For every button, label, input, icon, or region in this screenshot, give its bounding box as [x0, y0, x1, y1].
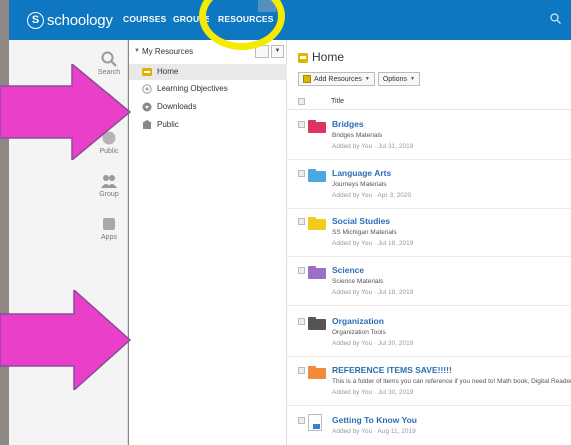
table-header: Title: [287, 94, 571, 110]
row-checkbox[interactable]: [298, 318, 305, 325]
folder-icon: [298, 53, 308, 63]
options-label: Options: [382, 75, 407, 83]
logo-text: schoology: [47, 11, 113, 29]
nav-courses[interactable]: COURSES: [123, 14, 166, 24]
tree-item-downloads[interactable]: Downloads: [129, 99, 287, 115]
tree-item-label: Public: [157, 120, 179, 129]
tree-item-label: Home: [157, 67, 179, 76]
item-description: Bridges Materials: [332, 132, 383, 139]
row-checkbox[interactable]: [298, 267, 305, 274]
item-title-link[interactable]: Bridges: [332, 119, 364, 129]
item-description: SS Michigan Materials: [332, 229, 397, 236]
list-item[interactable]: Language Arts Journeys Materials Added b…: [287, 161, 571, 209]
apps-icon: [103, 218, 115, 230]
folder-icon: [308, 169, 326, 182]
tree-options-button[interactable]: ▼: [271, 45, 284, 58]
add-resources-button[interactable]: Add Resources ▼: [298, 72, 375, 86]
item-meta: Added by You · Jul 18, 2019: [332, 289, 414, 296]
item-meta: Added by You · Jul 31, 2019: [332, 143, 414, 150]
item-title-link[interactable]: Social Studies: [332, 216, 390, 226]
item-meta: Added by You · Aug 11, 2019: [332, 428, 416, 435]
row-checkbox[interactable]: [298, 367, 305, 374]
tree-item-public[interactable]: Public: [129, 117, 287, 133]
chevron-down-icon: ▼: [409, 76, 415, 82]
folder-icon: [142, 68, 152, 76]
resource-tree-panel: ▼ My Resources ▼ Home Learning Objective…: [129, 40, 287, 445]
resource-toolbar: Add Resources ▼ Options ▼: [298, 72, 420, 86]
folder-icon: [308, 317, 326, 330]
collapse-caret-icon[interactable]: ▼: [134, 48, 140, 54]
tree-item-home[interactable]: Home: [129, 64, 287, 80]
add-resource-icon: [303, 75, 311, 83]
target-icon: [142, 84, 152, 94]
list-item[interactable]: Bridges Bridges Materials Added by You ·…: [287, 112, 571, 160]
main-content: Home Add Resources ▼ Options ▼ Title Bri…: [287, 40, 571, 445]
item-meta: Added by You · Jul 18, 2019: [332, 240, 414, 247]
tree-item-learning-objectives[interactable]: Learning Objectives: [129, 81, 287, 97]
row-checkbox[interactable]: [298, 218, 305, 225]
item-title-link[interactable]: Organization: [332, 316, 384, 326]
item-description: Journeys Materials: [332, 181, 387, 188]
sidebar-item-apps[interactable]: Apps: [89, 216, 129, 241]
row-checkbox[interactable]: [298, 121, 305, 128]
schoology-logo[interactable]: S schoology: [27, 11, 113, 29]
tree-header: ▼ My Resources ▼: [129, 45, 287, 59]
public-icon: [142, 120, 152, 129]
list-item[interactable]: REFERENCE ITEMS SAVE!!!!! This is a fold…: [287, 358, 571, 406]
row-checkbox[interactable]: [298, 170, 305, 177]
item-title-link[interactable]: Science: [332, 265, 364, 275]
options-button[interactable]: Options ▼: [377, 72, 420, 86]
magenta-arrow-bottom: [0, 290, 132, 390]
folder-icon: [308, 366, 326, 379]
folder-icon: [308, 217, 326, 230]
item-title-link[interactable]: REFERENCE ITEMS SAVE!!!!!: [332, 365, 452, 375]
list-item[interactable]: Organization Organization Tools Added by…: [287, 309, 571, 357]
sidebar-item-group[interactable]: Group: [89, 173, 129, 198]
folder-icon: [308, 266, 326, 279]
tree-item-label: Learning Objectives: [157, 84, 228, 93]
list-item[interactable]: Social Studies SS Michigan Materials Add…: [287, 209, 571, 257]
magenta-arrow-top: [0, 64, 132, 160]
column-title: Title: [331, 98, 344, 105]
tree-title[interactable]: My Resources: [142, 47, 193, 56]
item-title-link[interactable]: Getting To Know You: [332, 415, 417, 425]
top-navigation-bar: S schoology COURSES GROUPS RESOURCES: [9, 0, 571, 40]
sidebar-label: Group: [99, 191, 119, 198]
item-meta: Added by You · Jul 30, 2019: [332, 340, 414, 347]
item-title-link[interactable]: Language Arts: [332, 168, 391, 178]
item-description: Science Materials: [332, 278, 384, 285]
add-resources-label: Add Resources: [314, 75, 362, 83]
download-icon: [142, 102, 152, 112]
item-description: Organization Tools: [332, 329, 386, 336]
list-item[interactable]: Getting To Know You Added by You · Aug 1…: [287, 408, 571, 445]
logo-mark-icon: S: [27, 11, 44, 29]
list-item[interactable]: Science Science Materials Added by You ·…: [287, 258, 571, 306]
tree-item-label: Downloads: [157, 102, 197, 111]
chevron-down-icon: ▼: [364, 76, 370, 82]
select-all-checkbox[interactable]: [298, 98, 305, 105]
sidebar-label: Apps: [101, 234, 117, 241]
item-description: This is a folder of items you can refere…: [332, 378, 571, 385]
document-icon: [308, 414, 322, 431]
folder-icon: [308, 120, 326, 133]
item-meta: Added by You · Jul 30, 2019: [332, 389, 414, 396]
group-icon: [101, 175, 117, 188]
row-checkbox[interactable]: [298, 417, 305, 424]
page-title: Home: [312, 50, 345, 64]
item-meta: Added by You · Apr 3, 2020: [332, 192, 412, 199]
search-icon[interactable]: [550, 13, 561, 24]
